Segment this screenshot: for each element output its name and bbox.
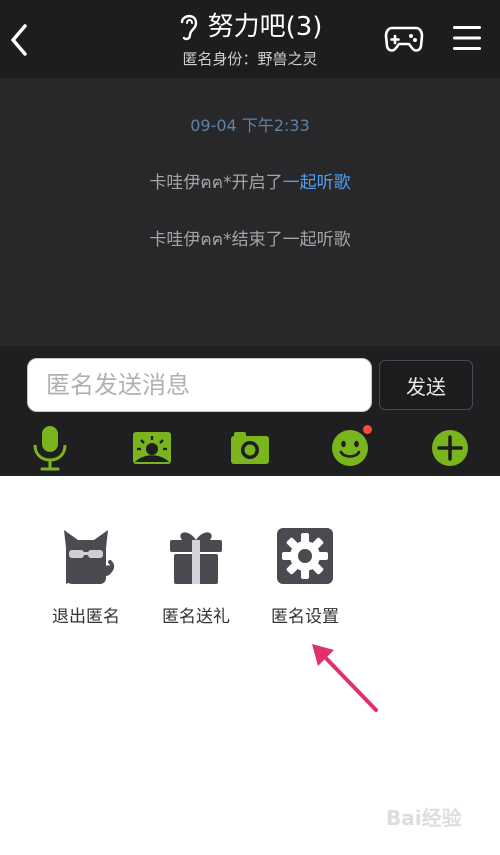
voice-button[interactable]: [26, 424, 74, 472]
anonymous-gift-label: 匿名送礼: [162, 607, 230, 627]
message-input[interactable]: [27, 358, 372, 412]
smiley-face-icon: [332, 430, 368, 466]
plus-circle-icon: [432, 430, 468, 466]
baidu-watermark: Bai经验: [386, 800, 486, 840]
chat-title-area: 努力吧(3) 匿名身份：野兽之灵: [120, 10, 380, 69]
system-message: 卡哇伊ฅฅ*开启了一起听歌: [0, 168, 500, 196]
camera-icon: [231, 432, 269, 464]
new-badge-dot: [363, 425, 372, 434]
back-button[interactable]: [6, 20, 32, 60]
game-button[interactable]: [384, 22, 424, 54]
chat-title: 努力吧(3): [207, 12, 323, 42]
microphone-icon: [33, 426, 67, 471]
system-message-text: 卡哇伊ฅฅ*开启了: [149, 173, 283, 193]
chat-area: 09-04 下午2:33 卡哇伊ฅฅ*开启了一起听歌 卡哇伊ฅฅ*结束了一起听歌: [0, 78, 500, 346]
gear-icon: [277, 528, 333, 584]
hamburger-menu-icon: [453, 26, 481, 50]
listen-together-link[interactable]: 一起听歌: [283, 173, 351, 193]
send-button[interactable]: 发送: [379, 360, 473, 410]
gamepad-icon: [384, 26, 424, 52]
menu-button[interactable]: [452, 23, 482, 53]
scene-button[interactable]: [128, 424, 176, 472]
system-message-text: 卡哇伊ฅฅ*结束了一起听歌: [149, 230, 351, 250]
camera-button[interactable]: [226, 424, 274, 472]
exit-anonymous-button[interactable]: 退出匿名: [41, 526, 131, 627]
gift-icon: [170, 532, 222, 584]
anonymous-settings-label: 匿名设置: [271, 607, 339, 627]
anonymous-identity: 匿名身份：野兽之灵: [182, 50, 318, 68]
message-timestamp: 09-04 下午2:33: [190, 116, 310, 135]
more-options-panel: 退出匿名 匿名送礼 匿名设置: [0, 476, 500, 855]
emoji-button[interactable]: [326, 424, 374, 472]
chevron-left-icon: [11, 24, 27, 56]
masked-cat-icon: [64, 530, 115, 584]
ear-icon: [180, 14, 197, 41]
exit-anonymous-label: 退出匿名: [52, 607, 120, 627]
watermark-text: Bai经验: [386, 806, 462, 830]
anonymous-settings-button[interactable]: 匿名设置: [260, 526, 350, 627]
input-bar: 发送: [0, 346, 500, 422]
system-message: 卡哇伊ฅฅ*结束了一起听歌: [0, 225, 500, 253]
anonymous-gift-button[interactable]: 匿名送礼: [151, 526, 241, 627]
scene-icon: [133, 432, 171, 464]
pointer-arrow-annotation: [312, 644, 378, 712]
input-toolbar: [0, 422, 500, 476]
top-bar: 努力吧(3) 匿名身份：野兽之灵: [0, 0, 500, 78]
more-button[interactable]: [426, 424, 474, 472]
